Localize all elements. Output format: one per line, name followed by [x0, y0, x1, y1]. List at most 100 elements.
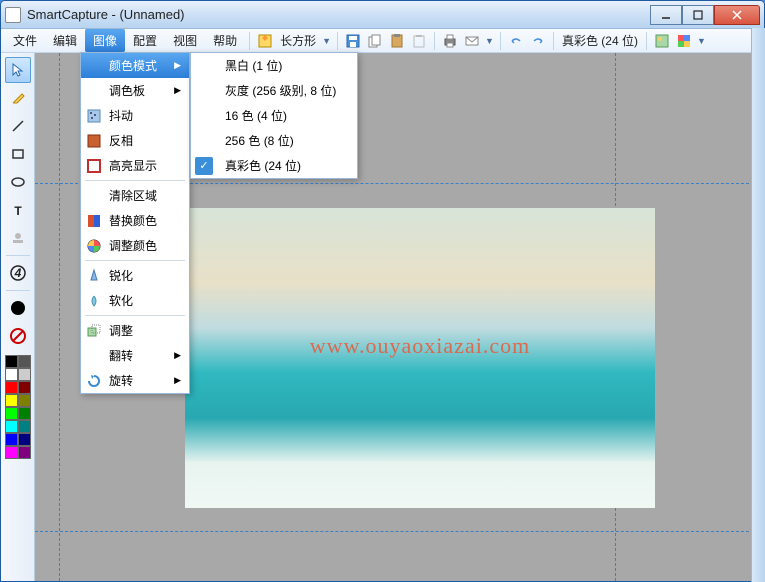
menu-edit[interactable]: 编辑 [45, 29, 85, 52]
scrollbar-vertical[interactable] [751, 28, 765, 582]
menu-soften[interactable]: 软化 [81, 288, 189, 313]
redo-icon[interactable] [527, 30, 549, 52]
pointer-tool[interactable] [5, 57, 31, 83]
window-controls [650, 5, 760, 25]
window-title: SmartCapture - (Unnamed) [27, 7, 650, 22]
divider [6, 255, 30, 256]
tool-panel: T 4 [1, 53, 35, 581]
shape-label[interactable]: 长方形 [276, 32, 320, 49]
dropdown-arrow-icon[interactable]: ▼ [697, 36, 706, 46]
pencil-tool[interactable] [5, 85, 31, 111]
invert-icon [85, 132, 103, 150]
paste-icon[interactable] [386, 30, 408, 52]
checkmark-icon: ✓ [195, 157, 213, 175]
separator [500, 32, 501, 50]
menu-adjust-color[interactable]: 调整颜色 [81, 233, 189, 258]
ellipse-tool[interactable] [5, 169, 31, 195]
copy-icon[interactable] [364, 30, 386, 52]
separator [337, 32, 338, 50]
watermark-text: www.ouyaoxiazai.com [310, 333, 530, 359]
highlight-icon [85, 157, 103, 175]
menu-replace-color[interactable]: 替换颜色 [81, 208, 189, 233]
svg-text:4: 4 [13, 266, 21, 280]
separator [249, 32, 250, 50]
minimize-button[interactable] [650, 5, 682, 25]
replace-color-icon [85, 212, 103, 230]
number-tool[interactable]: 4 [5, 260, 31, 286]
menu-separator [85, 315, 185, 316]
menu-flip[interactable]: 翻转 ▶ [81, 343, 189, 368]
soften-icon [85, 292, 103, 310]
color-palette[interactable] [5, 355, 31, 459]
svg-text:T: T [14, 204, 22, 218]
menu-clear-region[interactable]: 清除区域 [81, 183, 189, 208]
resize-icon [85, 322, 103, 340]
clipboard-icon[interactable] [408, 30, 430, 52]
app-window: SmartCapture - (Unnamed) 文件 编辑 图像 配置 视图 … [0, 0, 765, 582]
image-menu-dropdown: 颜色模式 ▶ 调色板 ▶ 抖动 反相 高亮显示 清除区域 替换颜色 [80, 52, 190, 394]
submenu-256color[interactable]: 256 色 (8 位) [191, 128, 357, 153]
undo-icon[interactable] [505, 30, 527, 52]
separator [646, 32, 647, 50]
check-placeholder [195, 82, 213, 100]
check-placeholder [195, 107, 213, 125]
save-icon[interactable] [342, 30, 364, 52]
adjust-color-icon [85, 237, 103, 255]
image-content[interactable]: www.ouyaoxiazai.com [185, 208, 655, 508]
dither-icon [85, 107, 103, 125]
palette-icon[interactable] [673, 30, 695, 52]
email-icon[interactable] [461, 30, 483, 52]
image-icon[interactable] [651, 30, 673, 52]
menu-dither[interactable]: 抖动 [81, 103, 189, 128]
dropdown-arrow-icon[interactable]: ▼ [322, 36, 331, 46]
menu-separator [85, 180, 185, 181]
separator [553, 32, 554, 50]
menu-rotate[interactable]: 旋转 ▶ [81, 368, 189, 393]
menu-file[interactable]: 文件 [5, 29, 45, 52]
submenu-bw[interactable]: 黑白 (1 位) [191, 53, 357, 78]
maximize-button[interactable] [682, 5, 714, 25]
line-tool[interactable] [5, 113, 31, 139]
fill-color[interactable] [5, 295, 31, 321]
submenu-arrow-icon: ▶ [174, 60, 181, 71]
guide-vertical[interactable] [59, 53, 60, 581]
new-capture-icon[interactable] [254, 30, 276, 52]
blank-icon [85, 82, 103, 100]
titlebar[interactable]: SmartCapture - (Unnamed) [1, 1, 764, 29]
stamp-tool[interactable] [5, 225, 31, 251]
close-button[interactable] [714, 5, 760, 25]
menu-highlight[interactable]: 高亮显示 [81, 153, 189, 178]
menu-palette[interactable]: 调色板 ▶ [81, 78, 189, 103]
menubar: 文件 编辑 图像 配置 视图 帮助 长方形 ▼ ▼ 真彩色 (24 位) ▼ [1, 29, 764, 53]
menu-invert[interactable]: 反相 [81, 128, 189, 153]
menu-resize[interactable]: 调整 [81, 318, 189, 343]
color-mode-label[interactable]: 真彩色 (24 位) [558, 32, 642, 49]
check-placeholder [195, 132, 213, 150]
app-icon [5, 7, 21, 23]
submenu-arrow-icon: ▶ [174, 350, 181, 361]
rotate-icon [85, 372, 103, 390]
blank-icon [85, 57, 103, 75]
dropdown-arrow-icon[interactable]: ▼ [485, 36, 494, 46]
menu-config[interactable]: 配置 [125, 29, 165, 52]
no-fill[interactable] [5, 323, 31, 349]
guide-horizontal[interactable] [35, 531, 764, 532]
print-icon[interactable] [439, 30, 461, 52]
submenu-16color[interactable]: 16 色 (4 位) [191, 103, 357, 128]
blank-icon [85, 347, 103, 365]
menu-help[interactable]: 帮助 [205, 29, 245, 52]
menu-color-mode[interactable]: 颜色模式 ▶ [81, 53, 189, 78]
menu-image[interactable]: 图像 [85, 29, 125, 52]
submenu-grayscale[interactable]: 灰度 (256 级别, 8 位) [191, 78, 357, 103]
menu-sharpen[interactable]: 锐化 [81, 263, 189, 288]
menu-view[interactable]: 视图 [165, 29, 205, 52]
menu-separator [85, 260, 185, 261]
submenu-truecolor[interactable]: ✓ 真彩色 (24 位) [191, 153, 357, 178]
submenu-arrow-icon: ▶ [174, 375, 181, 386]
separator [434, 32, 435, 50]
text-tool[interactable]: T [5, 197, 31, 223]
blank-icon [85, 187, 103, 205]
check-placeholder [195, 57, 213, 75]
divider [6, 290, 30, 291]
rectangle-tool[interactable] [5, 141, 31, 167]
